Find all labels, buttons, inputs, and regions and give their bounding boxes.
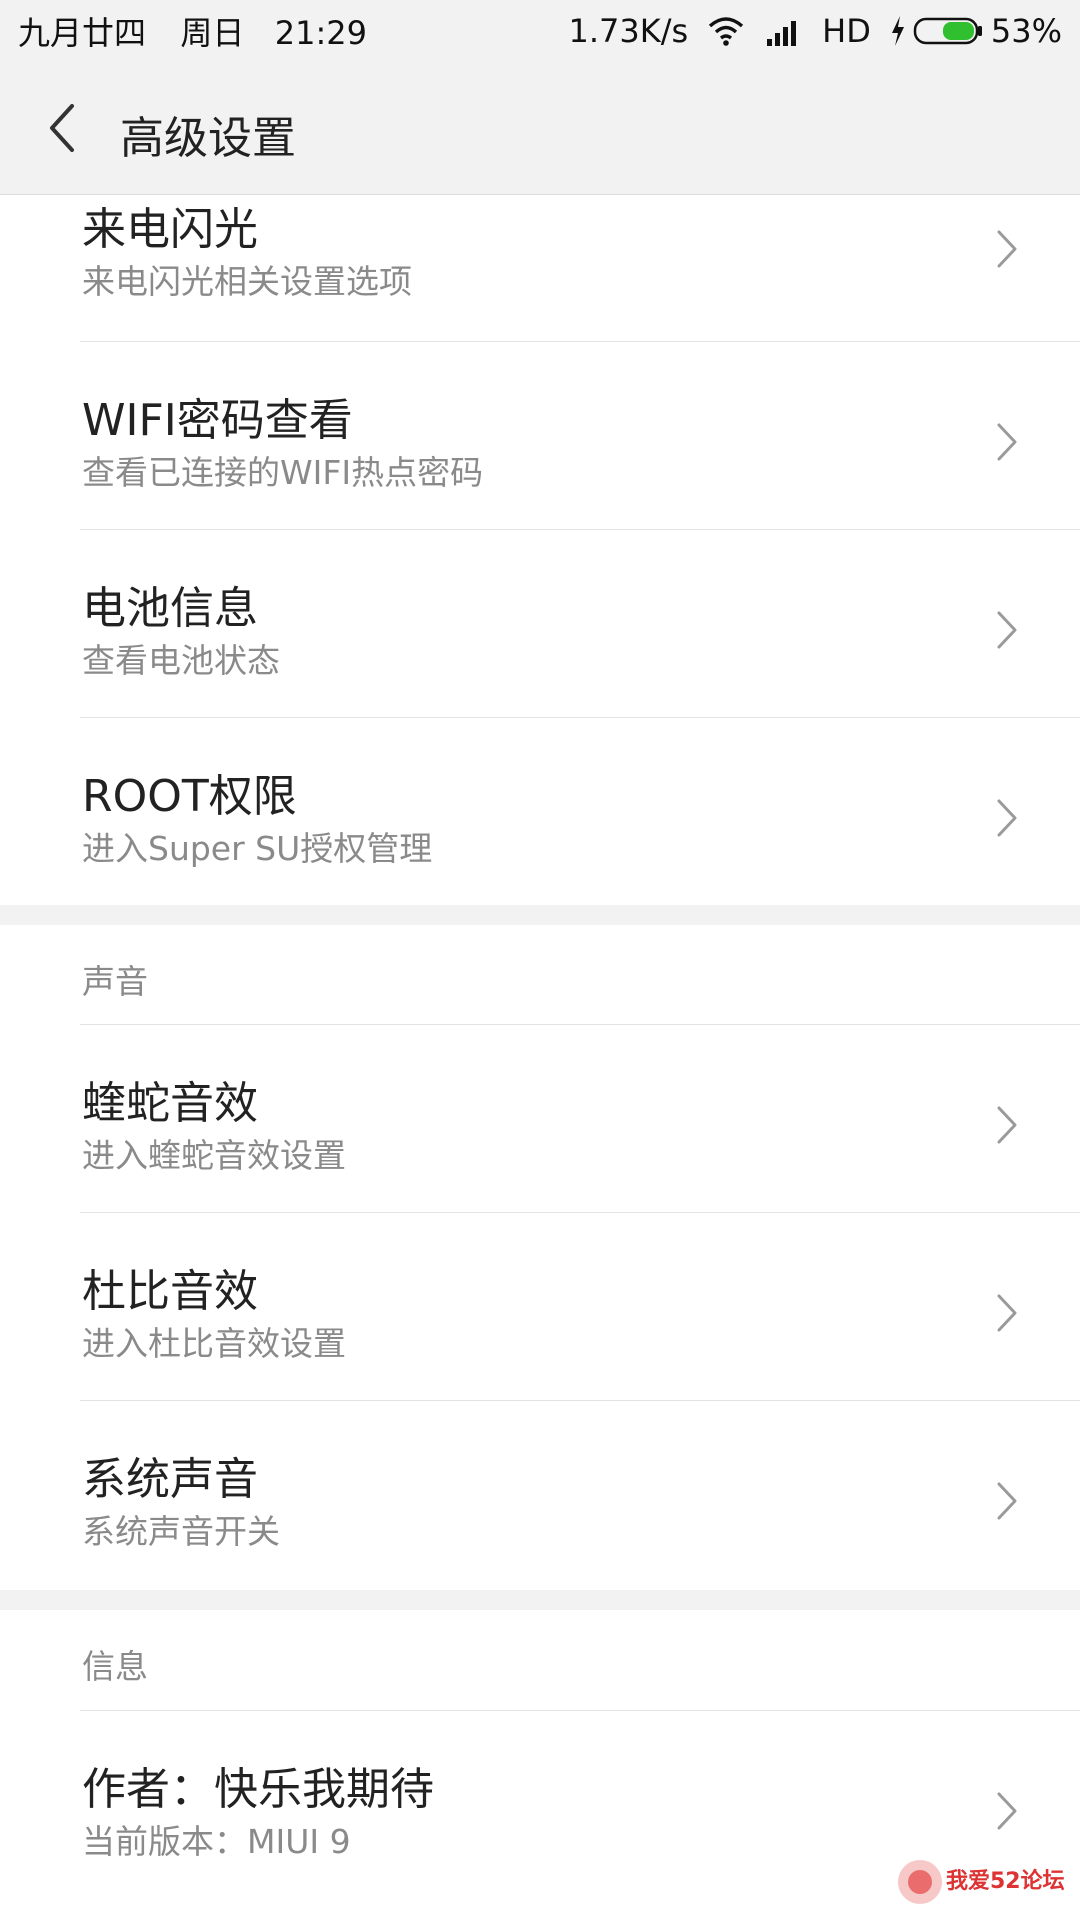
status-time: 21:29 bbox=[274, 14, 367, 52]
list-item-system-sound[interactable]: 系统声音 系统声音开关 bbox=[0, 1401, 1080, 1589]
item-subtitle: 来电闪光相关设置选项 bbox=[82, 262, 412, 301]
status-date: 九月廿四 bbox=[18, 14, 147, 52]
item-subtitle: 当前版本：MIUI 9 bbox=[82, 1822, 351, 1861]
wifi-icon bbox=[709, 17, 744, 46]
list-item-wifi-password[interactable]: WIFI密码查看 查看已连接的WIFI热点密码 bbox=[0, 342, 1080, 530]
item-title: 蝰蛇音效 bbox=[82, 1078, 258, 1129]
app-header: 高级设置 bbox=[0, 62, 1080, 195]
item-subtitle: 进入Super SU授权管理 bbox=[82, 829, 433, 868]
section-header-sound: 声音 bbox=[82, 962, 148, 1001]
watermark-logo-icon: 我爱52论坛 bbox=[898, 1860, 1065, 1904]
chevron-right-icon bbox=[997, 230, 1017, 268]
charging-icon bbox=[891, 16, 904, 46]
signal-icon bbox=[767, 21, 797, 46]
list-item-root-permission[interactable]: ROOT权限 进入Super SU授权管理 bbox=[0, 718, 1080, 906]
item-subtitle: 进入杜比音效设置 bbox=[82, 1324, 346, 1363]
status-weekday: 周日 bbox=[180, 14, 245, 52]
list-item-incoming-flash[interactable]: 来电闪光 来电闪光相关设置选项 bbox=[0, 195, 1080, 342]
chevron-right-icon bbox=[997, 1294, 1017, 1332]
chevron-right-icon bbox=[997, 1106, 1017, 1144]
list-item-dolby-audio[interactable]: 杜比音效 进入杜比音效设置 bbox=[0, 1213, 1080, 1401]
network-type: HD bbox=[822, 12, 871, 50]
status-bar: 九月廿四 周日 21:29 1.73K/s HD 53% bbox=[0, 0, 1080, 62]
item-title: ROOT权限 bbox=[82, 771, 297, 822]
settings-group-general: 来电闪光 来电闪光相关设置选项 WIFI密码查看 查看已连接的WIFI热点密码 … bbox=[0, 195, 1080, 905]
status-right: 1.73K/s HD 53% bbox=[568, 8, 1062, 54]
chevron-right-icon bbox=[997, 799, 1017, 837]
chevron-right-icon bbox=[997, 611, 1017, 649]
section-header-info: 信息 bbox=[82, 1647, 148, 1686]
item-subtitle: 系统声音开关 bbox=[82, 1512, 280, 1551]
item-subtitle: 查看电池状态 bbox=[82, 641, 280, 680]
chevron-right-icon bbox=[997, 1482, 1017, 1520]
item-title: WIFI密码查看 bbox=[82, 395, 353, 446]
page-title: 高级设置 bbox=[120, 113, 296, 164]
watermark-text: 我爱52论坛 bbox=[946, 1868, 1065, 1894]
item-title: 作者：快乐我期待 bbox=[82, 1764, 434, 1815]
settings-group-sound: 声音 蝰蛇音效 进入蝰蛇音效设置 杜比音效 进入杜比音效设置 系统声音 系统声音… bbox=[0, 925, 1080, 1590]
status-datetime: 九月廿四 周日 21:29 bbox=[18, 8, 367, 54]
chevron-right-icon bbox=[997, 1792, 1017, 1830]
item-title: 来电闪光 bbox=[82, 204, 258, 255]
chevron-right-icon bbox=[997, 423, 1017, 461]
back-chevron-icon[interactable] bbox=[42, 100, 82, 156]
status-speed: 1.73K/s bbox=[568, 12, 689, 50]
item-subtitle: 查看已连接的WIFI热点密码 bbox=[82, 453, 484, 492]
battery-icon bbox=[913, 17, 982, 45]
item-title: 杜比音效 bbox=[82, 1266, 258, 1317]
forum-watermark: 我爱52论坛 bbox=[892, 1852, 1072, 1912]
list-item-battery-info[interactable]: 电池信息 查看电池状态 bbox=[0, 530, 1080, 718]
item-title: 系统声音 bbox=[82, 1454, 258, 1505]
item-subtitle: 进入蝰蛇音效设置 bbox=[82, 1136, 346, 1175]
item-title: 电池信息 bbox=[82, 583, 258, 634]
list-item-viper-audio[interactable]: 蝰蛇音效 进入蝰蛇音效设置 bbox=[0, 1025, 1080, 1213]
battery-status: 53% bbox=[889, 12, 1062, 50]
battery-percent: 53% bbox=[990, 12, 1062, 50]
